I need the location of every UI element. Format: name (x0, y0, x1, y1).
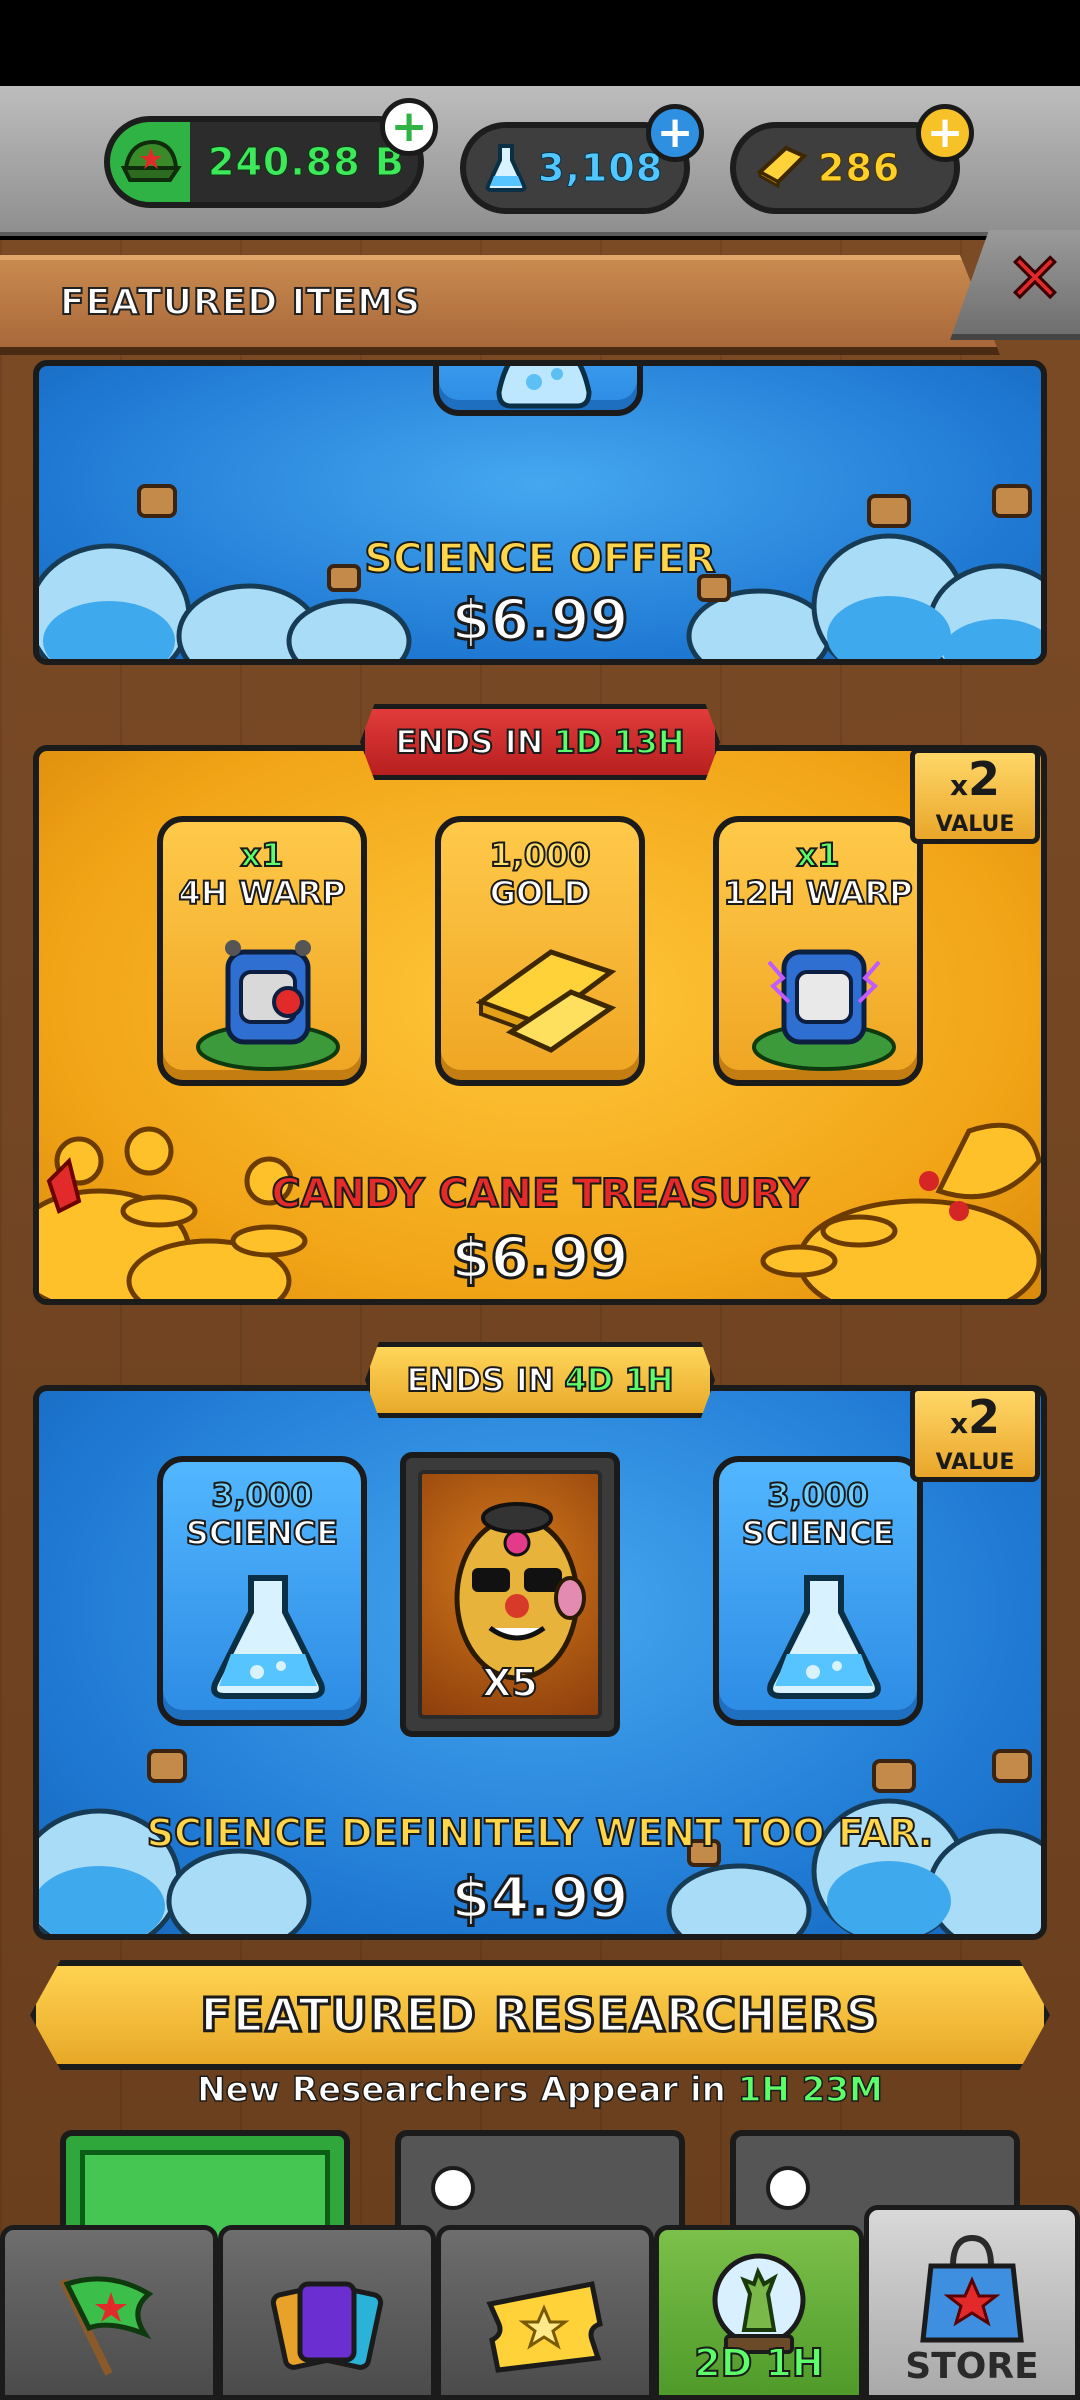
value-badge: x2 VALUE (910, 1386, 1040, 1482)
gold-value: 286 (817, 146, 901, 191)
cards-icon (270, 2281, 384, 2370)
nav-tab-store[interactable]: STORE (864, 2205, 1080, 2400)
offer-timer-banner: ENDS IN 1D 13H (360, 704, 720, 780)
offer-item-gold: 1,000 GOLD (435, 816, 645, 1086)
cash-value: 240.88 B (208, 140, 405, 185)
nav-tab-event-ticket[interactable] (436, 2225, 654, 2400)
science-flask-icon (767, 1575, 881, 1699)
offer-timer: 4D 1H (564, 1360, 675, 1400)
gold-bar-icon (756, 145, 808, 188)
gauge-icon (431, 2166, 475, 2210)
researchers-refresh-timer: New Researchers Appear in 1H 23M (196, 2069, 883, 2111)
nav-tab-event[interactable]: 2D 1H (654, 2225, 864, 2400)
cash-counter: 240.88 B + (104, 98, 438, 208)
gauge-icon (766, 2166, 810, 2210)
flag-icon (59, 2276, 154, 2376)
offer-timer: 1D 13H (552, 722, 685, 762)
value-badge: x2 VALUE (910, 748, 1040, 844)
add-cash-button[interactable]: + (380, 98, 438, 156)
store-label: STORE (905, 2346, 1039, 2387)
researcher-slot[interactable] (60, 2130, 350, 2240)
researcher-portrait-icon (454, 1502, 586, 1681)
offer-card-science[interactable]: SCIENCE OFFER $6.99 (33, 360, 1047, 665)
gold-counter: 286 + (730, 104, 974, 214)
warp-backpack-icon (752, 949, 896, 1071)
offer-card-candy-cane-treasury[interactable]: x1 4H WARP 1,000 GOLD x1 12H WARP CANDY (33, 745, 1047, 1305)
offer-item-science: 3,000 SCIENCE (713, 1456, 923, 1726)
offer-price: $4.99 (450, 1865, 630, 1933)
offer-item-12h-warp: x1 12H WARP (713, 816, 923, 1086)
offer-timer-banner: ENDS IN 4D 1H (365, 1342, 715, 1418)
warp-backpack-icon (196, 940, 340, 1071)
researcher-count: X5 (481, 1660, 539, 1706)
army-cap-icon (120, 139, 182, 182)
status-bar (0, 0, 1080, 86)
offer-name: CANDY CANE TREASURY (270, 1170, 809, 1218)
offer-item-researcher: X5 (400, 1452, 620, 1737)
add-gold-button[interactable]: + (916, 104, 974, 162)
science-flask-icon (485, 144, 527, 192)
nav-tab-missions[interactable] (0, 2225, 218, 2400)
science-flask-icon (211, 1575, 325, 1699)
offer-name: SCIENCE OFFER (363, 535, 716, 583)
offer-item (433, 366, 643, 416)
add-science-button[interactable]: + (646, 104, 704, 162)
ticket-star-icon (486, 2281, 603, 2373)
science-value: 3,108 (537, 146, 664, 191)
offer-item-science: 3,000 SCIENCE (157, 1456, 367, 1726)
nav-tab-cards[interactable] (218, 2225, 436, 2400)
event-timer: 2D 1H (693, 2340, 824, 2386)
offer-name: SCIENCE DEFINITELY WENT TOO FAR. (146, 1810, 935, 1856)
science-counter: 3,108 + (460, 104, 704, 214)
featured-researchers-banner: FEATURED RESEARCHERS (30, 1960, 1050, 2070)
bottom-navigation: 2D 1H STORE (0, 2205, 1080, 2400)
panel-title: FEATURED ITEMS (59, 281, 422, 324)
researcher-slot[interactable] (395, 2130, 685, 2240)
offer-price: $6.99 (450, 587, 630, 655)
offer-item-4h-warp: x1 4H WARP (157, 816, 367, 1086)
currency-bar: 240.88 B + 3,108 + 286 + (0, 86, 1080, 236)
offer-price: $6.99 (450, 1225, 630, 1293)
close-icon[interactable]: ✕ (1003, 244, 1067, 315)
gold-bars-icon (475, 949, 617, 1053)
science-flask-icon (496, 366, 592, 409)
featured-researchers-title: FEATURED RESEARCHERS (199, 1987, 880, 2044)
store-bag-icon (920, 2234, 1024, 2343)
